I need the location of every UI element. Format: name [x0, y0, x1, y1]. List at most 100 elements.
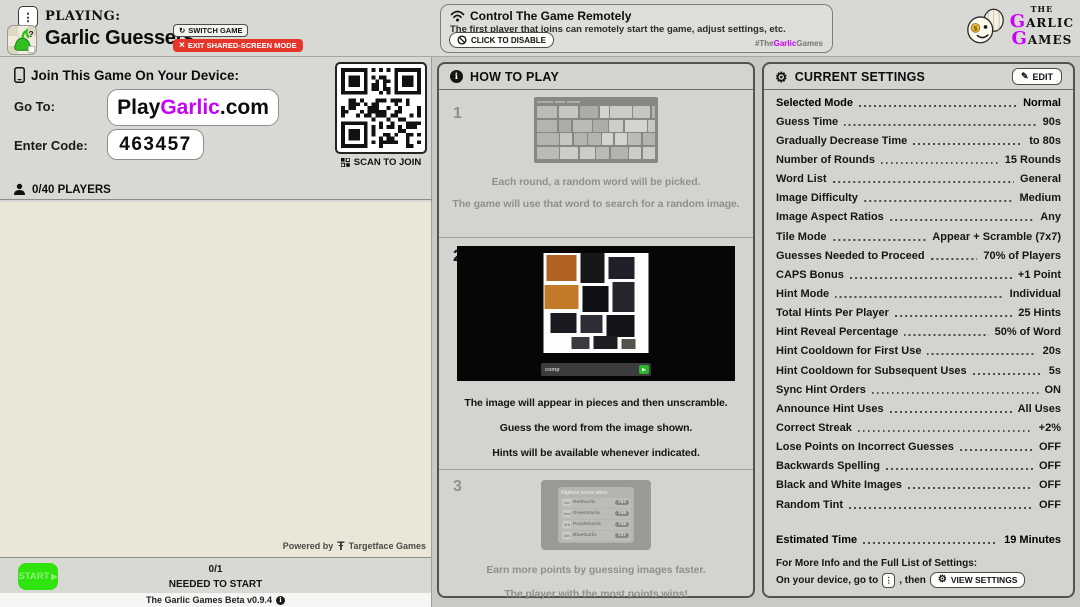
setting-value: 20s	[1043, 345, 1061, 357]
dotted-leader	[895, 315, 1012, 317]
goto-label: Go To:	[14, 99, 55, 114]
player-name: RedGarlic	[573, 500, 613, 505]
step-number: 1	[453, 105, 462, 123]
settings-footer-line1: For More Info and the Full List of Setti…	[776, 558, 1025, 569]
svg-text:$: $	[973, 26, 977, 33]
rank-badge: 1st	[563, 499, 571, 506]
remote-title: Control The Game Remotely	[470, 9, 631, 23]
setting-label: Lose Points on Incorrect Guesses	[776, 441, 954, 453]
dotted-leader	[927, 353, 1036, 355]
setting-label: Total Hints Per Player	[776, 307, 889, 319]
scrambled-puzzle	[544, 253, 649, 353]
players-header: 0/40 PLAYERS	[0, 180, 432, 200]
edit-settings-button[interactable]: ✎ EDIT	[1012, 68, 1062, 85]
setting-value: Appear + Scramble (7x7)	[932, 231, 1061, 243]
logo-games: GAMES	[1011, 31, 1072, 48]
top-bar: ⋮ PLAYING: ? Garlic Guessers ↻ SWITCH GA…	[0, 0, 1080, 57]
leaderboard-row: 3rd PurpleGarlic 746	[561, 520, 631, 530]
settings-row: Announce Hint Uses All Uses	[764, 399, 1073, 418]
leaderboard-row: 1st RedGarlic 763	[561, 498, 631, 508]
dotted-leader	[973, 373, 1043, 375]
setting-label: Announce Hint Uses	[776, 403, 884, 415]
setting-label: Image Aspect Ratios	[776, 211, 884, 223]
setting-value: OFF	[1039, 499, 1061, 511]
setting-value: 50% of Word	[995, 326, 1061, 338]
step2-image: comp ▶	[457, 246, 735, 381]
svg-text:?: ?	[29, 29, 34, 39]
dotted-leader	[864, 200, 1014, 202]
remote-title-row: Control The Game Remotely	[450, 9, 823, 23]
setting-value: Any	[1040, 211, 1061, 223]
players-count: 0/40 PLAYERS	[32, 184, 111, 196]
player-name: GreenGarlic	[573, 511, 613, 516]
player-name: BlueGarlic	[573, 533, 613, 538]
setting-label: Hint Reveal Percentage	[776, 326, 898, 338]
setting-label: Tile Mode	[776, 231, 827, 243]
switch-game-button[interactable]: ↻ SWITCH GAME	[173, 24, 248, 37]
game-title: Garlic Guessers	[45, 27, 194, 50]
logo-the: THE	[1031, 4, 1054, 14]
settings-row: Hint Mode Individual	[764, 284, 1073, 303]
settings-footer: For More Info and the Full List of Setti…	[776, 558, 1025, 588]
setting-label: Gradually Decrease Time	[776, 135, 907, 147]
step1-image	[534, 97, 658, 163]
setting-value: Individual	[1010, 288, 1061, 300]
settings-row: Random Tint OFF	[764, 495, 1073, 514]
settings-row: Correct Streak +2%	[764, 418, 1073, 437]
settings-row: Black and White Images OFF	[764, 476, 1073, 495]
start-bar: 0/1 NEEDED TO START START ▶	[0, 557, 431, 593]
step-2: 2) comp ▶ The image will appear in piece…	[439, 237, 753, 469]
pencil-icon: ✎	[1021, 71, 1029, 82]
setting-label: CAPS Bonus	[776, 269, 844, 281]
player-score: 737	[615, 533, 629, 538]
playing-label: PLAYING:	[45, 9, 121, 24]
setting-label: Guesses Needed to Proceed	[776, 250, 925, 262]
how-to-play-header: i HOW TO PLAY	[439, 64, 753, 90]
leaderboard-row: 2nd GreenGarlic 749	[561, 509, 631, 519]
dotted-leader	[844, 124, 1036, 126]
step-instruction: Earn more points by guessing images fast…	[486, 564, 705, 576]
version-bar: The Garlic Games Beta v0.9.4 i	[0, 593, 431, 607]
setting-label: Hint Cooldown for First Use	[776, 345, 921, 357]
needed-label: NEEDED TO START	[0, 577, 431, 592]
menu-icon-chip: ⋮	[882, 573, 895, 588]
wifi-icon	[450, 10, 465, 22]
settings-row: Image Difficulty Medium	[764, 189, 1073, 208]
hashtag: #TheGarlicGames	[755, 39, 823, 48]
targetface-icon: Ŧ	[337, 539, 344, 553]
start-button[interactable]: START ▶	[18, 563, 58, 590]
dotted-leader	[960, 449, 1033, 451]
step-instruction: The player with the most points wins!	[504, 588, 688, 600]
step-number: 3	[453, 478, 462, 496]
settings-row: Sync Hint Orders ON	[764, 380, 1073, 399]
refresh-icon: ↻	[179, 26, 185, 35]
step-instruction: Guess the word from the image shown.	[500, 422, 692, 434]
join-title: Join This Game On Your Device:	[14, 67, 239, 83]
dotted-leader	[833, 181, 1015, 183]
leaderboard-row: 4th BlueGarlic 737	[561, 531, 631, 541]
garlic-games-logo: $ THE GARLIC GAMES	[964, 4, 1074, 48]
info-icon[interactable]: i	[276, 596, 285, 605]
setting-label: Selected Mode	[776, 97, 853, 109]
leaderboard-title: Highest score wins:	[561, 490, 631, 496]
setting-label: Hint Cooldown for Subsequent Uses	[776, 365, 967, 377]
site-url-box: PlayGarlic.com	[107, 89, 279, 126]
view-settings-button[interactable]: ⚙ VIEW SETTINGS	[930, 572, 1026, 588]
setting-value: 5s	[1049, 365, 1061, 377]
player-name: PurpleGarlic	[573, 522, 613, 527]
scan-to-join-label: SCAN TO JOIN	[327, 157, 435, 168]
setting-label: Random Tint	[776, 499, 843, 511]
settings-row: Hint Cooldown for Subsequent Uses 5s	[764, 361, 1073, 380]
setting-value: 25 Hints	[1018, 307, 1061, 319]
setting-value: OFF	[1039, 441, 1061, 453]
how-to-play-panel: i HOW TO PLAY 1 Each round, a random wor…	[437, 62, 755, 598]
setting-value: Medium	[1019, 192, 1061, 204]
step-3: 3 Highest score wins: 1st RedGarlic 763 …	[439, 469, 753, 603]
setting-label: Backwards Spelling	[776, 460, 880, 472]
disable-remote-button[interactable]: CLICK TO DISABLE	[449, 32, 554, 48]
gear-icon: ⚙	[775, 70, 788, 84]
close-icon: ×	[179, 40, 185, 51]
step-instruction: The game will use that word to search fo…	[452, 198, 739, 210]
guess-input-text: comp	[543, 367, 639, 373]
exit-shared-screen-button[interactable]: × EXIT SHARED-SCREEN MODE	[173, 39, 303, 52]
